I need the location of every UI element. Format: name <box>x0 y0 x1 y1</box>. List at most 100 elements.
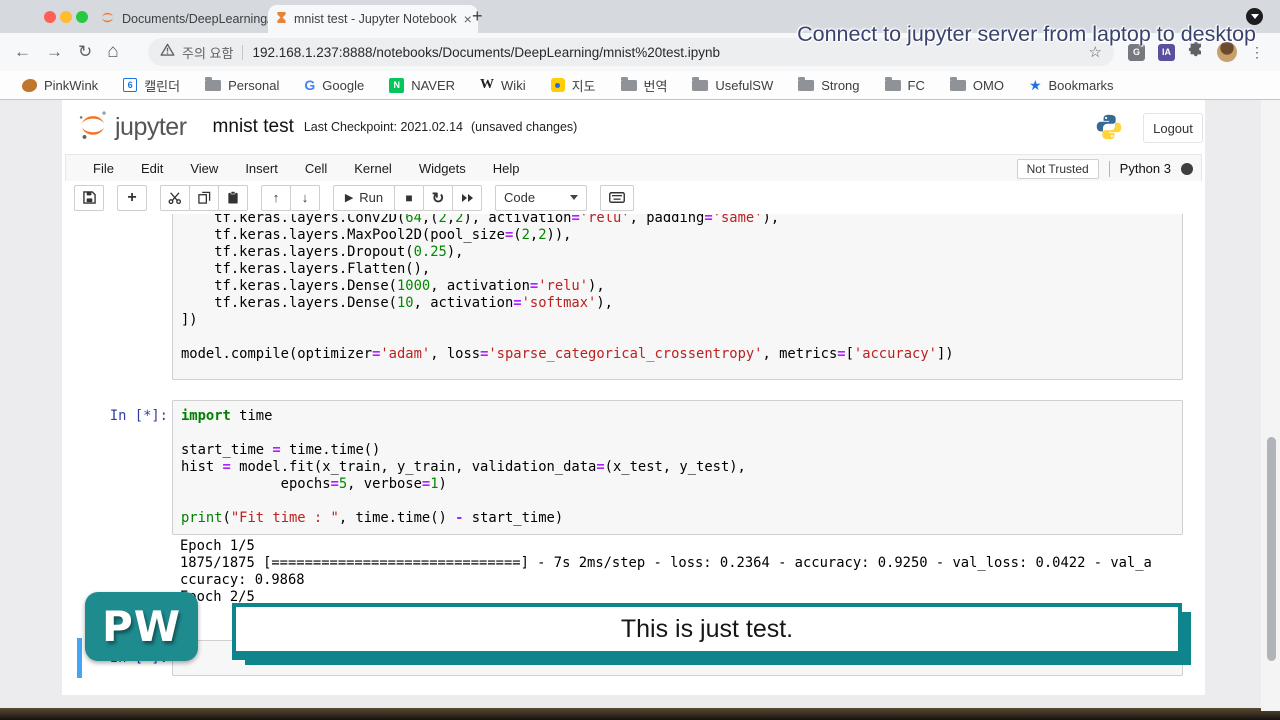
bookmark-usefulsw[interactable]: UsefulSW <box>692 76 774 93</box>
bookmark-label: Google <box>322 77 365 93</box>
code-cell-input[interactable]: tf.keras.layers.Conv2D(64,(2,2), activat… <box>172 198 1183 380</box>
bookmark-label: 캘린더 <box>144 78 181 94</box>
desk-surface <box>0 708 1280 720</box>
save-button[interactable] <box>74 184 104 211</box>
security-chip-label[interactable]: 주의 요함 <box>182 43 233 62</box>
folder-icon <box>949 76 966 91</box>
menu-edit[interactable]: Edit <box>141 161 163 176</box>
clipboard-icon <box>228 191 238 204</box>
window-minimize-button[interactable] <box>60 11 72 23</box>
menu-insert[interactable]: Insert <box>245 161 278 176</box>
bookmark-label: UsefulSW <box>715 77 774 93</box>
star-icon: ★ <box>1028 76 1042 93</box>
notebook-toolbar: + ↑ ↓ ▶ Run ■ ↻ Code <box>65 181 1202 214</box>
bookmark-wiki[interactable]: W Wiki <box>480 77 526 93</box>
cell-type-dropdown[interactable]: Code <box>495 184 587 211</box>
jupyter-logo-icon[interactable] <box>76 108 110 147</box>
paste-cell-button[interactable] <box>218 184 248 211</box>
cell-output: Epoch 1/5 1875/1875 [====================… <box>180 538 1152 605</box>
google-g-icon: G <box>304 77 316 93</box>
bookmark-label: Strong <box>821 77 860 93</box>
menu-view[interactable]: View <box>190 161 218 176</box>
move-cell-up-button[interactable]: ↑ <box>261 184 291 211</box>
not-secure-warning-icon <box>160 43 175 61</box>
menu-help[interactable]: Help <box>493 161 520 176</box>
bookmark-calendar[interactable]: 6 캘린더 <box>123 76 180 95</box>
play-icon: ▶ <box>344 192 354 204</box>
bookmark-map[interactable]: 지도 <box>550 76 596 95</box>
bookmarks-bar: PinkWink 6 캘린더 Personal G Google N NAVER WW… <box>0 71 1280 100</box>
kernel-busy-indicator-icon <box>1181 162 1193 175</box>
tab-close-icon[interactable]: × <box>464 12 472 26</box>
bookmark-label: OMO <box>972 77 1004 93</box>
bookmark-label: 지도 <box>571 78 596 94</box>
browser-tab-directory[interactable]: Documents/DeepLearning/ × <box>92 5 286 33</box>
bookmark-bookmarks[interactable]: ★ Bookmarks <box>1029 77 1114 94</box>
cell-type-value: Code <box>504 190 536 205</box>
scissors-icon <box>168 191 182 204</box>
run-label: Run <box>359 190 384 205</box>
reload-icon[interactable]: ↻ <box>78 42 92 62</box>
bookmark-omo[interactable]: OMO <box>949 76 1004 93</box>
interrupt-kernel-button[interactable]: ■ <box>394 184 424 211</box>
bookmark-label: Bookmarks <box>1048 77 1114 93</box>
bookmark-naver[interactable]: N NAVER <box>389 77 456 93</box>
chevron-down-icon <box>1250 14 1259 19</box>
window-close-button[interactable] <box>44 11 56 23</box>
move-cell-down-button[interactable]: ↓ <box>290 184 320 211</box>
tab-title: Documents/DeepLearning/ <box>122 12 271 26</box>
back-icon[interactable]: ← <box>14 42 31 62</box>
code-cell-input[interactable]: import time start_time = time.time() hist… <box>172 400 1183 535</box>
home-icon[interactable]: ⌂ <box>107 41 118 63</box>
restart-icon: ↻ <box>431 189 445 207</box>
window-zoom-button[interactable] <box>76 11 88 23</box>
bookmark-label: Wiki <box>501 77 526 93</box>
folder-icon <box>205 76 222 91</box>
restart-kernel-button[interactable]: ↻ <box>423 184 453 211</box>
selected-cell-indicator <box>77 638 82 678</box>
unsaved-changes-text: (unsaved changes) <box>471 120 578 134</box>
jupyter-logo-text[interactable]: jupyter <box>115 113 187 142</box>
cut-cell-button[interactable] <box>160 184 190 211</box>
run-cell-button[interactable]: ▶ Run <box>333 184 395 211</box>
bookmark-fc[interactable]: FC <box>884 76 925 93</box>
collapse-circle-button[interactable] <box>1246 8 1263 25</box>
folder-icon <box>692 76 709 91</box>
menu-widgets[interactable]: Widgets <box>419 161 466 176</box>
pinkwink-icon <box>22 78 37 92</box>
bookmark-label: PinkWink <box>44 77 99 93</box>
menu-file[interactable]: File <box>93 161 114 176</box>
caption-banner: This is just test. <box>232 603 1182 660</box>
bookmark-pinkwink[interactable]: PinkWink <box>22 78 98 93</box>
scrollbar-thumb[interactable] <box>1267 437 1276 661</box>
logout-button[interactable]: Logout <box>1143 113 1203 143</box>
notebook-title[interactable]: mnist test <box>213 116 294 138</box>
forward-icon[interactable]: → <box>46 42 63 62</box>
menu-cell[interactable]: Cell <box>305 161 327 176</box>
naver-icon: N <box>389 77 405 93</box>
bookmark-label: NAVER <box>411 77 456 93</box>
notebook-header: jupyter mnist test Last Checkpoint: 2021… <box>62 102 1205 152</box>
add-cell-button[interactable]: + <box>117 184 147 211</box>
menu-kernel[interactable]: Kernel <box>354 161 392 176</box>
new-tab-button[interactable]: + <box>472 6 483 27</box>
video-title-overlay: Connect to jupyter server from laptop to… <box>797 22 1256 46</box>
restart-run-all-button[interactable] <box>452 184 482 211</box>
checkpoint-text: Last Checkpoint: 2021.02.14 <box>303 120 464 134</box>
floppy-icon <box>82 191 96 204</box>
caption-text: This is just test. <box>620 614 794 643</box>
bookmark-label: Personal <box>228 77 280 93</box>
copy-cell-button[interactable] <box>189 184 219 211</box>
tab-title: mnist test - Jupyter Notebook <box>294 12 457 26</box>
bookmark-google[interactable]: G Google <box>304 77 364 93</box>
bookmark-personal[interactable]: Personal <box>205 76 280 93</box>
command-palette-button[interactable] <box>600 184 634 211</box>
browser-tab-notebook-active[interactable]: mnist test - Jupyter Notebook × <box>268 5 478 33</box>
not-trusted-button[interactable]: Not Trusted <box>1016 158 1099 179</box>
bookmark-translate[interactable]: 번역 <box>620 76 667 95</box>
screen: Documents/DeepLearning/ × mnist test - J… <box>0 0 1280 720</box>
chevron-down-icon <box>570 195 578 200</box>
bookmark-strong[interactable]: Strong <box>798 76 860 93</box>
folder-icon <box>620 76 637 91</box>
hourglass-busy-favicon-icon <box>276 11 287 27</box>
